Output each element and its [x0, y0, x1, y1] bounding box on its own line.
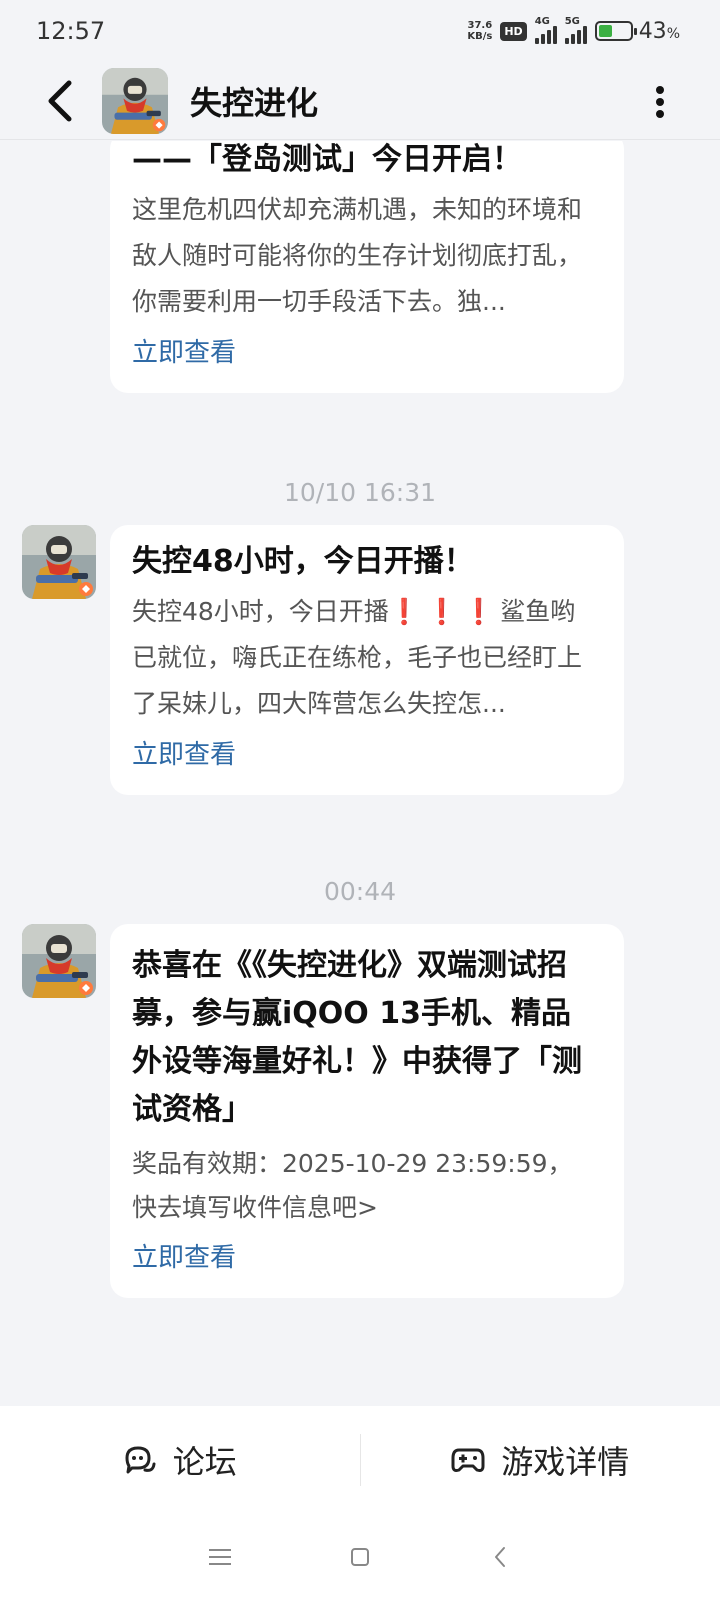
forum-label: 论坛 [172, 1443, 237, 1481]
sender-avatar[interactable] [22, 525, 96, 599]
game-avatar[interactable] [102, 67, 168, 134]
network-speed: 37.6 KB/s [467, 20, 492, 42]
battery-indicator: 43% [594, 19, 680, 44]
forum-chat-icon [125, 1446, 156, 1474]
signal-5g-tag: 5G [564, 16, 580, 27]
page-title: 失控进化 [190, 83, 319, 122]
view-now-link[interactable]: 立即查看 [132, 1238, 600, 1278]
more-options-button[interactable] [640, 72, 680, 132]
message-card[interactable]: 恭喜在《《失控进化》双端测试招募，参与赢iQOO 13手机、精品外设等海量好礼！… [110, 924, 624, 1298]
network-speed-value: 37.6 [467, 20, 493, 31]
message-body: 这里危机四伏却充满机遇，未知的环境和敌人随时可能将你的生存计划彻底打乱，你需要利… [132, 195, 583, 316]
forum-button[interactable]: 论坛 [0, 1406, 360, 1514]
soldier-avatar-icon [102, 67, 168, 134]
status-indicators: 37.6 KB/s HD 4G 5G 43% [467, 16, 680, 44]
system-back-button[interactable] [478, 1535, 522, 1579]
back-chevron-icon [495, 1547, 505, 1567]
soldier-avatar-icon [22, 525, 96, 599]
message-card[interactable]: 失控48小时，今日开播！ 失控48小时，今日开播❗❗❗鲨鱼哟已就位，嗨氏正在练枪… [110, 525, 624, 795]
game-details-label: 游戏详情 [501, 1443, 630, 1481]
message-timestamp: 00:44 [323, 877, 397, 906]
message-list[interactable]: ——「登岛测试」今日开启！ 这里危机四伏却充满机遇，未知的环境和敌人随时可能将你… [0, 141, 720, 1406]
battery-fill [598, 25, 612, 37]
home-square-icon [351, 1548, 369, 1566]
fill-shipping-info-text: 快去填写收件信息吧> [132, 1193, 378, 1222]
signal-4g-icon: 4G [534, 16, 557, 44]
battery-percent-value: 43 [638, 18, 667, 44]
game-details-button[interactable]: 游戏详情 [361, 1406, 720, 1514]
signal-5g-icon: 5G [564, 16, 587, 44]
message-body: 奖品有效期：2025-10-29 23:59:59， 快去填写收件信息吧> [132, 1142, 600, 1230]
exclamation-emphasis: ❗❗❗ [388, 597, 501, 626]
status-bar: 12:57 37.6 KB/s HD 4G 5G 43% [0, 0, 720, 62]
prize-validity-text: 奖品有效期：2025-10-29 23:59:59， [132, 1149, 573, 1178]
message-title: 恭喜在《《失控进化》双端测试招募，参与赢iQOO 13手机、精品外设等海量好礼！… [132, 948, 582, 1127]
message-title: 失控48小时，今日开播！ [132, 544, 474, 579]
message-body: 失控48小时，今日开播❗❗❗鲨鱼哟已就位，嗨氏正在练枪，毛子也已经盯上了呆妹儿，… [132, 589, 600, 727]
menu-lines-icon [209, 1549, 231, 1565]
network-speed-unit: KB/s [467, 31, 493, 42]
bottom-action-bar: 论坛 游戏详情 [0, 1406, 720, 1514]
sender-avatar[interactable] [22, 924, 96, 998]
message-timestamp: 10/10 16:31 [283, 478, 437, 507]
message-card[interactable]: ——「登岛测试」今日开启！ 这里危机四伏却充满机遇，未知的环境和敌人随时可能将你… [110, 141, 624, 393]
more-vertical-icon [656, 86, 664, 118]
home-button[interactable] [338, 1535, 382, 1579]
battery-percent: 43% [639, 19, 680, 44]
battery-icon [594, 21, 637, 41]
battery-percent-sign: % [666, 25, 680, 42]
status-time: 12:57 [36, 17, 106, 45]
view-now-link[interactable]: 立即查看 [132, 735, 600, 775]
recent-apps-button[interactable] [198, 1535, 242, 1579]
back-button[interactable] [30, 71, 90, 131]
message-body-text: 失控48小时，今日开播 [132, 597, 389, 626]
view-now-link[interactable]: 立即查看 [132, 333, 600, 373]
back-arrow-icon [48, 80, 72, 121]
chat-header: 失控进化 [0, 62, 720, 140]
gamepad-icon [451, 1448, 485, 1472]
hd-voice-badge: HD [500, 21, 527, 41]
soldier-avatar-icon [22, 924, 96, 998]
message-title: ——「登岛测试」今日开启！ [132, 142, 522, 177]
signal-4g-tag: 4G [534, 16, 550, 27]
system-navigation-bar [0, 1514, 720, 1600]
